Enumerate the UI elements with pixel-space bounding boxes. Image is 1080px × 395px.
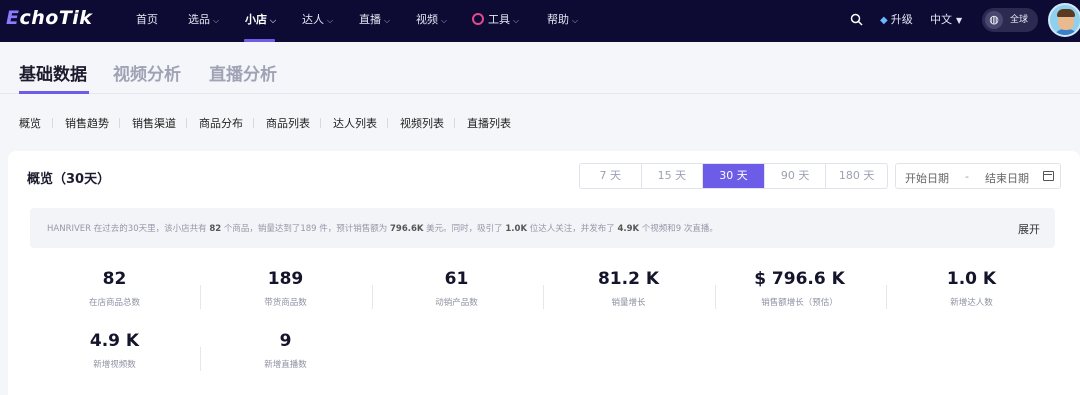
top-nav: EchoTik 首页 选品 ⌵ 小店 ⌵ 达人 ⌵ 直播 ⌵ 视频 ⌵ 工具 ⌵ 帮助 ⌵ ◆… xyxy=(0,0,1080,42)
language-select[interactable]: 中文 ▼ xyxy=(930,0,962,42)
date-range-picker[interactable]: 开始日期 - 结束日期 xyxy=(895,163,1061,189)
divider xyxy=(253,118,254,128)
range-30-days[interactable]: 30 天 xyxy=(703,164,765,188)
subnav-sales-channels[interactable]: 销售渠道 xyxy=(132,115,176,131)
user-avatar[interactable] xyxy=(1048,3,1080,37)
search-icon[interactable] xyxy=(850,13,863,26)
calendar-icon[interactable] xyxy=(1043,171,1054,181)
divider xyxy=(52,118,53,128)
tab-basic-data[interactable]: 基础数据 xyxy=(19,60,87,85)
diamond-icon: ◆ xyxy=(880,15,888,26)
range-180-days[interactable]: 180 天 xyxy=(826,164,887,188)
end-date-input[interactable]: 结束日期 xyxy=(985,170,1029,186)
nav-home[interactable]: 首页 xyxy=(136,0,158,42)
range-90-days[interactable]: 90 天 xyxy=(765,164,827,188)
nav-tools[interactable]: 工具 ⌵ xyxy=(472,0,519,42)
divider xyxy=(454,118,455,128)
range-15-days[interactable]: 15 天 xyxy=(642,164,704,188)
overview-card: 概览（30天） 7 天 15 天 30 天 90 天 180 天 开始日期 - … xyxy=(8,151,1080,395)
range-7-days[interactable]: 7 天 xyxy=(580,164,642,188)
chevron-down-icon: ⌵ xyxy=(270,16,277,25)
subnav-creator-list[interactable]: 达人列表 xyxy=(333,115,377,131)
metric-sales-growth: 81.2 K 销量增长 xyxy=(597,269,660,308)
chevron-down-icon: ⌵ xyxy=(513,16,520,25)
metric-total-products: 82 在店商品总数 xyxy=(88,269,140,308)
expand-button[interactable]: 展开 xyxy=(1018,221,1040,237)
start-date-input[interactable]: 开始日期 xyxy=(905,170,949,186)
region-toggle[interactable]: ◍ 全球 xyxy=(982,8,1038,32)
summary-box: HANRIVER 在过去的30天里，该小店共有 82 个商品，销量达到了189 … xyxy=(30,208,1055,248)
section-tabs: 基础数据 视频分析 直播分析 xyxy=(0,42,1080,94)
subnav-product-distribution[interactable]: 商品分布 xyxy=(199,115,243,131)
nav-product-selection[interactable]: 选品 ⌵ xyxy=(188,0,219,42)
divider xyxy=(320,118,321,128)
range-selector: 7 天 15 天 30 天 90 天 180 天 xyxy=(579,163,888,189)
globe-icon: ◍ xyxy=(985,11,1003,29)
subnav-product-list[interactable]: 商品列表 xyxy=(266,115,310,131)
metric-selling-products: 189 带货商品数 xyxy=(264,269,307,308)
subnav-overview[interactable]: 概览 xyxy=(19,115,41,131)
chevron-down-icon: ⌵ xyxy=(441,16,448,25)
tab-video-analysis[interactable]: 视频分析 xyxy=(113,60,181,85)
subnav-video-list[interactable]: 视频列表 xyxy=(400,115,444,131)
sub-nav: 概览 销售趋势 销售渠道 商品分布 商品列表 达人列表 视频列表 直播列表 xyxy=(0,95,1080,151)
echotik-logo[interactable]: EchoTik xyxy=(6,7,92,29)
caret-down-icon: ▼ xyxy=(956,16,963,25)
metric-revenue-growth: $ 796.6 K 销售额增长（预估） xyxy=(754,269,845,308)
nav-creators[interactable]: 达人 ⌵ xyxy=(302,0,333,42)
nav-live[interactable]: 直播 ⌵ xyxy=(359,0,390,42)
metric-active-products: 61 动销产品数 xyxy=(435,269,478,308)
metric-new-videos: 4.9 K 新增视频数 xyxy=(89,331,140,370)
nav-help[interactable]: 帮助 ⌵ xyxy=(547,0,578,42)
metric-new-lives: 9 新增直播数 xyxy=(264,331,307,370)
nav-shop[interactable]: 小店 ⌵ xyxy=(245,0,276,42)
tab-live-analysis[interactable]: 直播分析 xyxy=(209,60,277,85)
subnav-sales-trend[interactable]: 销售趋势 xyxy=(65,115,109,131)
summary-text: HANRIVER 在过去的30天里，该小店共有 82 个商品，销量达到了189 … xyxy=(47,224,718,234)
nav-video[interactable]: 视频 ⌵ xyxy=(416,0,447,42)
active-tab-indicator xyxy=(19,91,89,94)
subnav-live-list[interactable]: 直播列表 xyxy=(467,115,511,131)
chevron-down-icon: ⌵ xyxy=(384,16,391,25)
metric-new-creators: 1.0 K 新增达人数 xyxy=(946,269,997,308)
upgrade-button[interactable]: ◆ 升级 xyxy=(880,0,913,42)
chevron-down-icon: ⌵ xyxy=(572,16,579,25)
divider xyxy=(119,118,120,128)
overview-title: 概览（30天） xyxy=(27,172,111,187)
tools-icon xyxy=(472,13,484,25)
date-separator: - xyxy=(965,170,969,183)
divider xyxy=(186,118,187,128)
chevron-down-icon: ⌵ xyxy=(213,16,220,25)
chevron-down-icon: ⌵ xyxy=(327,16,334,25)
divider xyxy=(387,118,388,128)
